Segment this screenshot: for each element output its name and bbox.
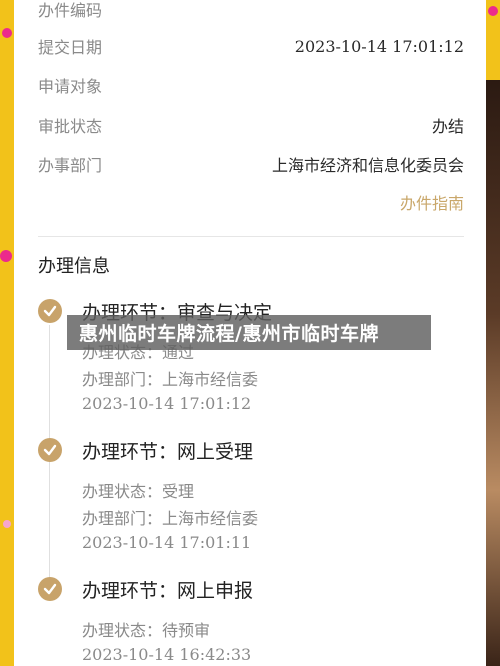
field-row: 审批状态 办结 [38, 110, 464, 140]
decor-dot [3, 520, 11, 528]
field-label: 申请对象 [38, 77, 103, 96]
decor-dot [0, 250, 12, 262]
check-circle-icon [38, 299, 62, 323]
background-photo-strip [486, 80, 500, 666]
field-row: 办事部门 上海市经济和信息化委员会 [38, 149, 464, 179]
step-time: 2023-10-14 17:01:12 [82, 394, 252, 413]
field-label: 办件编码 [38, 1, 103, 20]
guide-link[interactable]: 办件指南 [400, 190, 464, 214]
divider [38, 236, 464, 237]
status-value: 办结 [431, 117, 464, 136]
field-row: 提交日期 2023-10-14 17:01:12 [38, 31, 464, 61]
field-label: 提交日期 [38, 38, 103, 57]
section-title: 办理信息 [38, 256, 110, 277]
step-status: 办理状态：待预审 [82, 621, 211, 640]
decor-dot [488, 6, 498, 16]
field-value: 2023-10-14 17:01:12 [294, 36, 464, 56]
step-time: 2023-10-14 16:42:33 [82, 645, 252, 664]
step-time: 2023-10-14 17:01:11 [82, 533, 252, 552]
decor-dot [2, 28, 12, 38]
field-row: 办件编码 [38, 0, 464, 24]
step-title: 办理环节：网上受理 [82, 441, 254, 463]
check-circle-icon [38, 438, 62, 462]
field-label: 审批状态 [38, 117, 103, 136]
step-title: 办理环节：网上申报 [82, 580, 254, 602]
field-row: 申请对象 [38, 70, 464, 100]
department-value: 上海市经济和信息化委员会 [271, 156, 464, 175]
step-department: 办理部门：上海市经信委 [82, 370, 259, 389]
step-status: 办理状态：受理 [82, 482, 195, 501]
check-circle-icon [38, 577, 62, 601]
title-overlay-banner: 惠州临时车牌流程/惠州市临时车牌 [67, 315, 431, 350]
field-label: 办事部门 [38, 156, 103, 175]
step-department: 办理部门：上海市经信委 [82, 509, 259, 528]
